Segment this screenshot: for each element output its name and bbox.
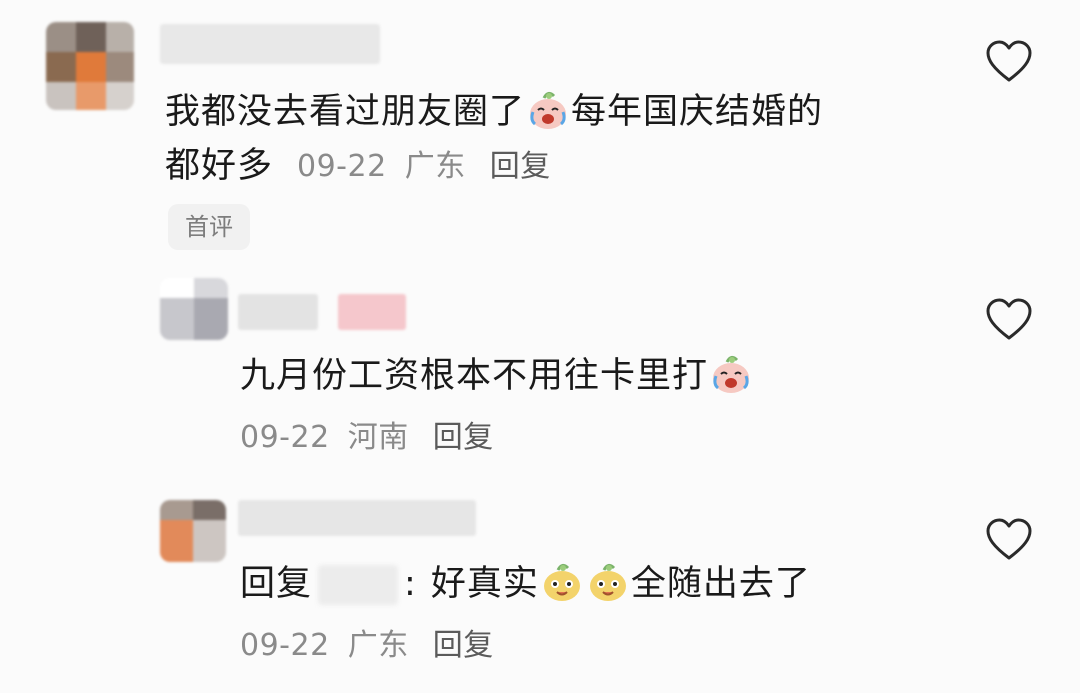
like-heart-icon[interactable] <box>985 40 1033 84</box>
reply-button[interactable]: 回复 <box>433 628 494 663</box>
username-redacted[interactable] <box>160 24 380 64</box>
like-heart-icon[interactable] <box>985 298 1033 342</box>
mention-redacted[interactable] <box>318 565 399 605</box>
comment-date: 09-22 <box>297 149 387 184</box>
comment-meta: 09-22 河南 回复 <box>240 418 494 458</box>
avatar[interactable] <box>46 22 134 110</box>
comment-meta: 09-22 广东 回复 <box>297 147 551 187</box>
crying-laughing-emoji-icon <box>530 91 567 129</box>
comment-location: 广东 <box>404 149 466 184</box>
comment-date: 09-22 <box>240 628 330 663</box>
username-redacted[interactable] <box>238 500 476 536</box>
comment-meta: 09-22 广东 回复 <box>240 626 494 666</box>
reply-button[interactable]: 回复 <box>433 420 494 455</box>
crying-laughing-emoji-icon <box>713 355 750 393</box>
pear-face-emoji-icon <box>589 563 626 601</box>
comment-location: 河南 <box>347 420 409 455</box>
comment-date: 09-22 <box>240 420 330 455</box>
pear-face-emoji-icon <box>543 563 580 601</box>
reply-button[interactable]: 回复 <box>490 149 551 184</box>
comment-location: 广东 <box>347 628 409 663</box>
comment-text: 回复: 好真实 全随出去了 <box>240 556 811 612</box>
like-heart-icon[interactable] <box>985 518 1033 562</box>
comment-text: 九月份工资根本不用往卡里打 <box>240 348 754 404</box>
avatar[interactable] <box>160 278 228 340</box>
user-badge-redacted <box>338 294 406 330</box>
avatar[interactable] <box>160 500 226 562</box>
comment-text-line2: 都好多 <box>165 146 274 186</box>
first-comment-badge: 首评 <box>168 204 250 250</box>
comment-text: 我都没去看过朋友圈了 每年国庆结婚的 <box>165 84 823 140</box>
reply-prefix: 回复 <box>240 564 313 604</box>
username-redacted[interactable] <box>238 294 318 330</box>
